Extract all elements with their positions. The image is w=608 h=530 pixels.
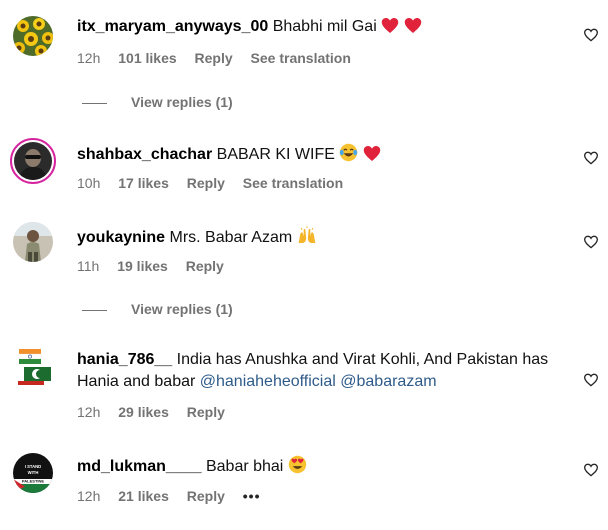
username[interactable]: youkaynine	[77, 229, 165, 246]
profile-photo-image	[14, 142, 52, 180]
reply-button[interactable]: Reply	[186, 258, 224, 274]
more-options-icon[interactable]: •••	[243, 488, 261, 504]
avatar-text: WITH	[28, 470, 39, 475]
see-translation-button[interactable]: See translation	[251, 50, 351, 66]
comment-text: itx_maryam_anyways_00 Bhabhi mil Gai	[77, 16, 557, 41]
avatar-text: PALESTINE	[22, 479, 44, 484]
avatar[interactable]	[13, 347, 53, 387]
comment-meta: 10h 17 likes Reply See translation	[77, 174, 357, 192]
profile-photo-image	[13, 222, 53, 262]
view-replies-button[interactable]: View replies (1)	[82, 93, 233, 111]
comment-meta: 12h 29 likes Reply	[77, 403, 239, 421]
comment-meta: 11h 19 likes Reply	[77, 257, 238, 275]
comment-body: Bhabhi mil Gai	[272, 18, 377, 35]
sunflower-avatar-image	[13, 16, 53, 56]
reply-button[interactable]: Reply	[187, 404, 225, 420]
username[interactable]: shahbax_chachar	[77, 146, 212, 163]
avatar-text: I STAND	[25, 464, 41, 469]
comment-text: md_lukman____ Babar bhai	[77, 455, 557, 481]
username[interactable]: md_lukman____	[77, 458, 202, 475]
comment-meta: 12h 21 likes Reply •••	[77, 487, 274, 505]
like-heart-icon[interactable]	[583, 372, 599, 388]
username[interactable]: hania_786__	[77, 351, 172, 368]
red-heart-icon	[404, 17, 422, 41]
like-heart-icon[interactable]	[583, 462, 599, 478]
avatar[interactable]	[13, 222, 53, 262]
reply-button[interactable]: Reply	[187, 488, 225, 504]
palestine-avatar-image: I STAND WITH PALESTINE	[13, 453, 53, 493]
likes-count[interactable]: 101 likes	[118, 50, 176, 66]
comment-body: Babar bhai	[205, 458, 284, 475]
likes-count[interactable]: 19 likes	[117, 258, 168, 274]
avatar[interactable]	[13, 16, 53, 56]
divider	[82, 102, 107, 104]
comment-meta: 12h 101 likes Reply See translation	[77, 49, 365, 67]
comment-body: BABAR KI WIFE	[216, 146, 335, 163]
mention-link[interactable]: @babarazam	[340, 373, 436, 390]
comment-text: hania_786__ India has Anushka and Virat …	[77, 349, 567, 393]
likes-count[interactable]: 29 likes	[118, 404, 169, 420]
timestamp[interactable]: 11h	[77, 258, 99, 274]
reply-button[interactable]: Reply	[187, 175, 225, 191]
tears-of-joy-icon	[339, 143, 358, 169]
comment-text: shahbax_chachar BABAR KI WIFE	[77, 143, 557, 169]
like-heart-icon[interactable]	[583, 234, 599, 250]
red-heart-icon	[363, 145, 381, 169]
red-heart-icon	[381, 17, 399, 41]
reply-button[interactable]: Reply	[195, 50, 233, 66]
comment-body: Mrs. Babar Azam	[169, 229, 293, 246]
divider	[82, 309, 107, 311]
mention-link[interactable]: @haniaheheofficial	[200, 373, 336, 390]
likes-count[interactable]: 21 likes	[118, 488, 169, 504]
avatar[interactable]: I STAND WITH PALESTINE	[13, 453, 53, 493]
flags-avatar-image	[15, 349, 51, 385]
avatar[interactable]	[10, 138, 56, 184]
see-translation-button[interactable]: See translation	[243, 175, 343, 191]
like-heart-icon[interactable]	[583, 27, 599, 43]
timestamp[interactable]: 12h	[77, 488, 100, 504]
like-heart-icon[interactable]	[583, 150, 599, 166]
heart-eyes-icon	[288, 455, 307, 481]
comment-text: youkaynine Mrs. Babar Azam	[77, 226, 557, 252]
likes-count[interactable]: 17 likes	[118, 175, 169, 191]
timestamp[interactable]: 12h	[77, 50, 100, 66]
timestamp[interactable]: 10h	[77, 175, 100, 191]
username[interactable]: itx_maryam_anyways_00	[77, 18, 268, 35]
view-replies-button[interactable]: View replies (1)	[82, 300, 233, 318]
timestamp[interactable]: 12h	[77, 404, 100, 420]
raising-hands-icon	[297, 226, 317, 252]
